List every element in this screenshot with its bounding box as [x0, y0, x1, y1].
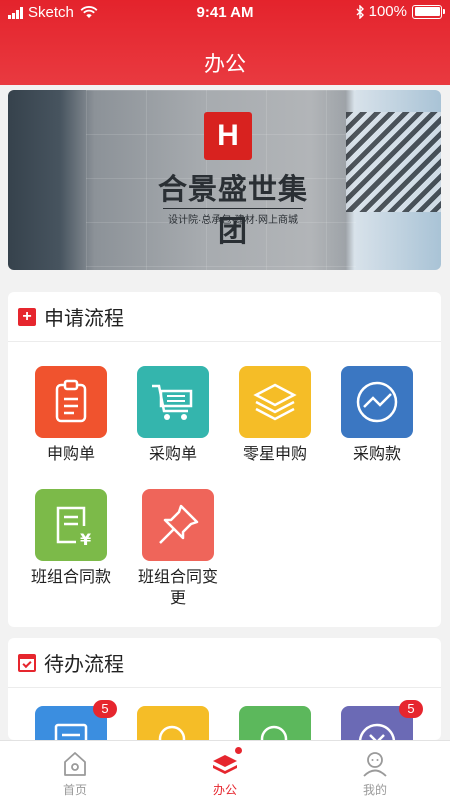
apply-item-purchase-order[interactable]: 采购单 [123, 366, 223, 465]
layers-icon [239, 366, 311, 438]
apply-item-label: 零星申购 [242, 446, 307, 463]
todo-process-card: 待办流程 5 5 [8, 638, 441, 740]
todo-process-title: 待办流程 [44, 654, 124, 676]
todo-item[interactable]: 5 [21, 700, 121, 740]
apply-item-purchase-request[interactable]: 申购单 [21, 366, 121, 465]
apply-process-title: 申请流程 [44, 308, 124, 330]
page-title: 办公 [204, 53, 246, 76]
plus-icon: + [18, 307, 36, 326]
battery-percent: 100% [368, 3, 407, 20]
apply-item-label: 采购单 [148, 446, 197, 463]
svg-text:¥: ¥ [80, 530, 91, 549]
tab-label: 办公 [212, 783, 237, 797]
search-icon [239, 706, 311, 740]
chart-icon [341, 366, 413, 438]
apply-item-sporadic-purchase[interactable]: 零星申购 [225, 366, 325, 465]
user-icon [360, 749, 390, 779]
battery-icon [412, 4, 445, 19]
bottom-tab-bar: 首页 办公 我的 [0, 740, 450, 800]
tab-office[interactable]: 办公 [150, 741, 300, 800]
close-circle-icon: 5 [341, 700, 423, 740]
search-icon [137, 706, 209, 740]
todo-item[interactable] [225, 706, 325, 740]
apply-item-label: 班组合同款 [31, 569, 112, 586]
bluetooth-icon [356, 4, 364, 19]
status-bar: Sketch 9:41 AM 100% [0, 0, 450, 26]
status-right: 100% [356, 3, 445, 20]
todo-item[interactable]: 5 [327, 700, 427, 740]
apply-process-card: + 申请流程 申购单 采购单 零星申购 采购款 ¥ 班组合同款 班组合同变更 [8, 292, 441, 627]
tab-label: 首页 [62, 783, 87, 797]
notification-dot [235, 747, 242, 754]
apply-item-team-contract-payment[interactable]: ¥ 班组合同款 [21, 489, 121, 588]
banner-slogan: 设计院·总承包·建材·网上商城 [163, 208, 303, 226]
tab-mine[interactable]: 我的 [300, 741, 450, 800]
apply-item-label: 采购款 [352, 446, 401, 463]
apply-item-label: 申购单 [46, 446, 95, 463]
tab-home[interactable]: 首页 [0, 741, 150, 800]
todo-process-header: 待办流程 [8, 638, 441, 688]
document-icon: 5 [35, 700, 117, 740]
apply-item-team-contract-change[interactable]: 班组合同变更 [128, 489, 228, 609]
home-icon [60, 749, 90, 779]
top-header: Sketch 9:41 AM 100% 办公 [0, 0, 450, 85]
pin-icon [142, 489, 214, 561]
clipboard-icon [35, 366, 107, 438]
cart-icon [137, 366, 209, 438]
contract-yen-icon: ¥ [35, 489, 107, 561]
apply-item-label: 班组合同变更 [138, 569, 219, 607]
books-icon [210, 747, 242, 779]
company-logo: H [204, 112, 252, 160]
badge-count: 5 [93, 700, 117, 718]
todo-item[interactable] [123, 706, 223, 740]
calendar-check-icon [18, 653, 36, 672]
apply-process-header: + 申请流程 [8, 292, 441, 342]
banner-image[interactable]: H 合景盛世集团 设计院·总承包·建材·网上商城 [8, 90, 441, 270]
apply-item-purchase-payment[interactable]: 采购款 [327, 366, 427, 465]
badge-count: 5 [399, 700, 423, 718]
tab-label: 我的 [362, 783, 387, 797]
